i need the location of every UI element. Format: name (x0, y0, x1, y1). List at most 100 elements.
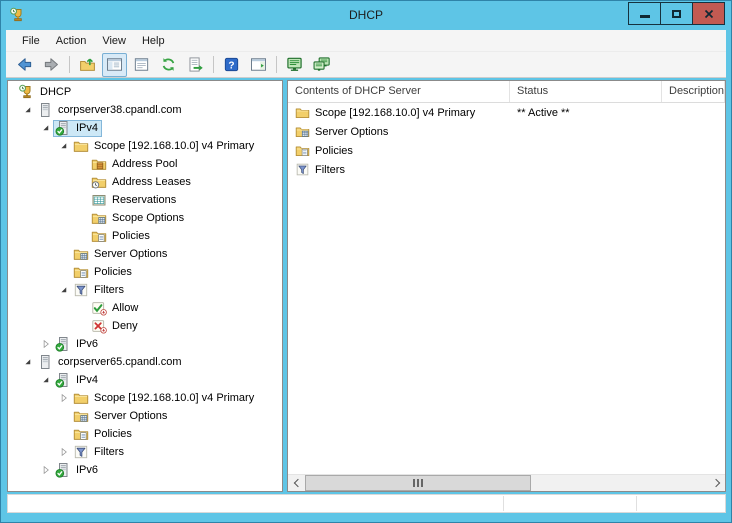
column-header-status[interactable]: Status (510, 81, 662, 102)
arrow-back-icon (16, 56, 33, 73)
tree-item-label: Server Options (94, 248, 168, 260)
scrollbar-thumb[interactable] (305, 475, 531, 491)
tree-node[interactable]: Scope Options (89, 210, 188, 227)
expander-icon[interactable] (56, 283, 71, 298)
tree-item-address-pool[interactable]: Address Pool (8, 155, 282, 173)
show-hide-console-tree-button[interactable] (102, 52, 127, 77)
export-list-button[interactable] (183, 53, 208, 77)
tree-item-allow[interactable]: Allow (8, 299, 282, 317)
tree-node[interactable]: Allow (89, 300, 142, 317)
window-title: DHCP (348, 8, 383, 22)
monitor-icon (286, 56, 303, 73)
menu-file[interactable]: File (14, 32, 48, 50)
action-pane-icon (250, 56, 267, 73)
tree-item-corpserver65-cpandl-com[interactable]: corpserver65.cpandl.com (8, 353, 282, 371)
exp-open-icon (22, 356, 34, 368)
tree-node[interactable]: Scope [192.168.10.0] v4 Primary (71, 138, 258, 155)
scrollbar-track[interactable] (305, 475, 708, 491)
list-item-policies[interactable]: Policies (288, 141, 725, 160)
scroll-right-button[interactable] (708, 475, 725, 491)
tree-node[interactable]: Deny (89, 318, 142, 335)
tree-item-label: Deny (112, 320, 138, 332)
horizontal-scrollbar[interactable] (288, 474, 725, 491)
exp-closed-icon (40, 338, 52, 350)
tree-item-filters[interactable]: Filters (8, 443, 282, 461)
tree-item-dhcp[interactable]: DHCP (8, 83, 282, 101)
expander-icon[interactable] (56, 445, 71, 460)
help-button[interactable] (219, 53, 244, 77)
tree-item-scope-options[interactable]: Scope Options (8, 209, 282, 227)
tree-node[interactable]: Filters (71, 282, 128, 299)
menu-view[interactable]: View (94, 32, 134, 50)
tree-item-label: Policies (112, 230, 150, 242)
expander-icon[interactable] (38, 337, 53, 352)
tree-node[interactable]: IPv4 (53, 119, 103, 137)
expander-icon[interactable] (20, 355, 35, 370)
tree-item-address-leases[interactable]: Address Leases (8, 173, 282, 191)
console-tree-icon (106, 56, 123, 73)
tree-node[interactable]: IPv6 (53, 462, 102, 479)
toolbar-separator (69, 56, 70, 73)
tree-item-ipv4[interactable]: IPv4 (8, 119, 282, 137)
tree-item-server-options[interactable]: Server Options (8, 245, 282, 263)
refresh-button[interactable] (156, 53, 181, 77)
tree-item-corpserver38-cpandl-com[interactable]: corpserver38.cpandl.com (8, 101, 282, 119)
up-one-level-button[interactable] (75, 53, 100, 77)
expander-icon[interactable] (56, 391, 71, 406)
tree-node[interactable]: IPv4 (53, 372, 102, 389)
tree-item-ipv6[interactable]: IPv6 (8, 335, 282, 353)
tree-node[interactable]: Address Leases (89, 174, 195, 191)
show-hide-action-pane-button[interactable] (246, 53, 271, 77)
tree-item-filters[interactable]: Filters (8, 281, 282, 299)
expander-icon[interactable] (20, 103, 35, 118)
tree-node[interactable]: DHCP (17, 84, 75, 101)
column-header-contents-of-dhcp-server[interactable]: Contents of DHCP Server (288, 81, 510, 102)
tree-node[interactable]: Scope [192.168.10.0] v4 Primary (71, 390, 258, 407)
back-button[interactable] (12, 53, 37, 77)
scroll-left-button[interactable] (288, 475, 305, 491)
tree-node[interactable]: Policies (71, 426, 136, 443)
tree-node[interactable]: corpserver65.cpandl.com (35, 354, 186, 371)
tree-item-scope-192-168-10-0-v4-primary[interactable]: Scope [192.168.10.0] v4 Primary (8, 137, 282, 155)
tree-item-deny[interactable]: Deny (8, 317, 282, 335)
exp-open-icon (40, 122, 52, 134)
tree-item-ipv4[interactable]: IPv4 (8, 371, 282, 389)
help-icon (223, 56, 240, 73)
tree-node[interactable]: Reservations (89, 192, 180, 209)
tree-item-server-options[interactable]: Server Options (8, 407, 282, 425)
tree-node[interactable]: Server Options (71, 408, 171, 425)
menu-help[interactable]: Help (134, 32, 173, 50)
tree-node[interactable]: Policies (71, 264, 136, 281)
expander-icon[interactable] (38, 373, 53, 388)
list-item-scope-192-168-10-0-v4-primary[interactable]: Scope [192.168.10.0] v4 Primary ** Active… (288, 103, 725, 122)
tree-node[interactable]: corpserver38.cpandl.com (35, 102, 186, 119)
tree-item-reservations[interactable]: Reservations (8, 191, 282, 209)
tree-node[interactable]: Address Pool (89, 156, 181, 173)
expander-slot (74, 319, 89, 334)
tree-node[interactable]: Server Options (71, 246, 171, 263)
menu-action[interactable]: Action (48, 32, 95, 50)
column-header-description[interactable]: Description (662, 81, 725, 102)
tree-item-scope-192-168-10-0-v4-primary[interactable]: Scope [192.168.10.0] v4 Primary (8, 389, 282, 407)
maximize-button[interactable] (660, 2, 693, 25)
list-item-status: ** Active ** (517, 106, 570, 119)
forward-button[interactable] (39, 53, 64, 77)
tree-node[interactable]: Policies (89, 228, 154, 245)
properties-button[interactable] (129, 53, 154, 77)
server-monitors-button[interactable] (309, 53, 334, 77)
expander-icon[interactable] (56, 139, 71, 154)
expander-icon[interactable] (38, 463, 53, 478)
tree-node[interactable]: IPv6 (53, 336, 102, 353)
close-button[interactable] (692, 2, 725, 25)
tree-item-ipv6[interactable]: IPv6 (8, 461, 282, 479)
tree-node[interactable]: Filters (71, 444, 128, 461)
tree-item-policies[interactable]: Policies (8, 263, 282, 281)
expander-icon[interactable] (38, 121, 53, 136)
tree-item-policies[interactable]: Policies (8, 227, 282, 245)
server-monitor-button[interactable] (282, 53, 307, 77)
list-item-server-options[interactable]: Server Options (288, 122, 725, 141)
titlebar[interactable]: DHCP (0, 0, 732, 30)
tree-item-policies[interactable]: Policies (8, 425, 282, 443)
minimize-button[interactable] (628, 2, 661, 25)
list-item-filters[interactable]: Filters (288, 160, 725, 179)
